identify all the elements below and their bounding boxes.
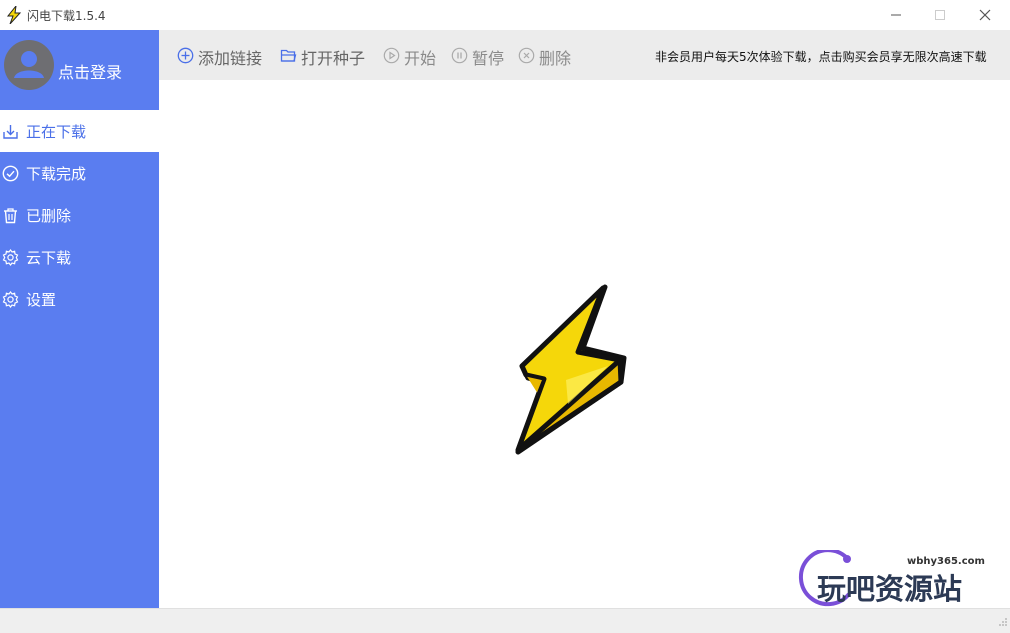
sidebar-item-downloading[interactable]: 正在下载 <box>0 110 159 152</box>
open-torrent-label: 打开种子 <box>301 49 366 68</box>
pause-label: 暂停 <box>472 49 505 68</box>
minimize-button[interactable] <box>874 0 918 30</box>
gear-icon <box>2 249 19 266</box>
delete-label: 删除 <box>539 49 572 68</box>
resize-grip-icon[interactable] <box>998 612 1008 631</box>
play-circle-icon <box>383 47 400 64</box>
login-label[interactable]: 点击登录 <box>58 59 122 83</box>
avatar[interactable] <box>4 40 54 90</box>
sidebar-item-label: 设置 <box>26 291 57 309</box>
download-icon <box>2 123 19 140</box>
start-label: 开始 <box>404 49 437 68</box>
login-area[interactable]: 点击登录 <box>0 30 159 110</box>
x-circle-icon <box>518 47 535 64</box>
plus-circle-icon <box>177 47 194 64</box>
close-button[interactable] <box>963 0 1007 30</box>
lightning-icon <box>508 282 638 464</box>
trash-icon <box>2 207 19 224</box>
gear-icon <box>2 291 19 308</box>
member-notice[interactable]: 非会员用户每天5次体验下载，点击购买会员享无限次高速下载 <box>655 48 995 65</box>
sidebar-item-completed[interactable]: 下载完成 <box>0 152 159 194</box>
window-title: 闪电下载1.5.4 <box>27 9 106 23</box>
sidebar-item-cloud-download[interactable]: 云下载 <box>0 236 159 278</box>
maximize-button[interactable] <box>918 0 962 30</box>
download-list-area: wbhy365.com 玩吧资源站 <box>159 80 1010 608</box>
sidebar-item-label: 已删除 <box>26 207 72 225</box>
sidebar-item-label: 云下载 <box>26 249 72 267</box>
sidebar-item-label: 正在下载 <box>26 123 87 141</box>
title-bar[interactable]: 闪电下载1.5.4 <box>0 0 1010 30</box>
sidebar-item-label: 下载完成 <box>26 165 87 183</box>
watermark-text: 玩吧资源站 <box>817 572 963 606</box>
pause-circle-icon <box>451 47 468 64</box>
sidebar-item-deleted[interactable]: 已删除 <box>0 194 159 236</box>
toolbar: 添加链接 打开种子 开始 暂停 删除 非会员用户每天5次体验下载，点击购买会员享… <box>159 30 1010 80</box>
folder-open-icon <box>280 47 297 64</box>
sidebar-item-settings[interactable]: 设置 <box>0 278 159 320</box>
app-window: 闪电下载1.5.4 点击登录 正在下载 下载完成 已删除 云下载 设置 添加链接… <box>0 0 1010 633</box>
add-link-label: 添加链接 <box>198 49 263 68</box>
sidebar: 点击登录 正在下载 下载完成 已删除 云下载 设置 <box>0 30 159 608</box>
status-bar <box>0 608 1010 633</box>
lightning-icon <box>6 4 22 25</box>
watermark: wbhy365.com 玩吧资源站 <box>795 550 985 610</box>
check-circle-icon <box>2 165 19 182</box>
